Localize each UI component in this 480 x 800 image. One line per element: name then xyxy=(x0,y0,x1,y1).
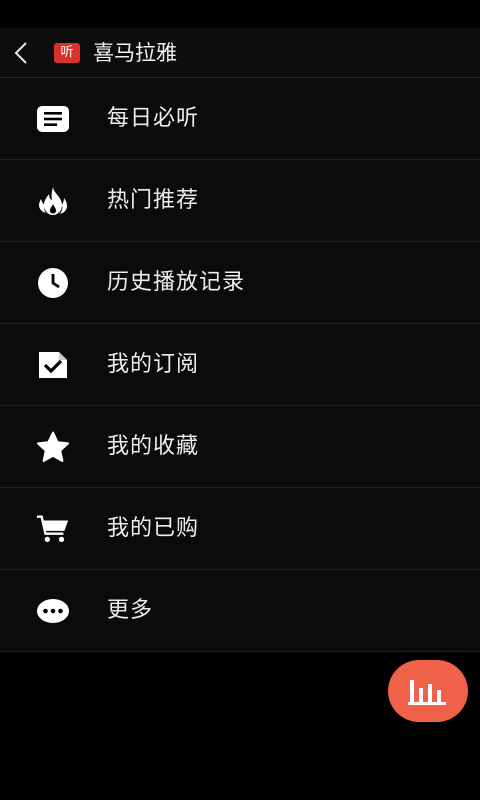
menu-item-label: 每日必听 xyxy=(107,106,200,131)
subscription-check-icon xyxy=(36,348,70,382)
star-icon xyxy=(36,430,70,464)
back-button[interactable] xyxy=(6,36,36,70)
menu-item-more[interactable]: 更多 xyxy=(0,570,480,652)
header-bar: 听 喜马拉雅 xyxy=(0,28,480,78)
menu-item-label: 热门推荐 xyxy=(107,188,200,213)
status-bar xyxy=(0,0,480,28)
playing-bars-icon xyxy=(408,680,446,705)
menu-item-label: 我的收藏 xyxy=(107,434,200,459)
menu-list: 每日必听 热门推荐 历史播放记录 我的订阅 我的收藏 我的已购 更多 xyxy=(0,78,480,652)
menu-item-label: 更多 xyxy=(107,598,154,623)
menu-item-history[interactable]: 历史播放记录 xyxy=(0,242,480,324)
menu-item-label: 我的已购 xyxy=(107,516,200,541)
menu-item-favorites[interactable]: 我的收藏 xyxy=(0,406,480,488)
cart-icon xyxy=(36,512,70,546)
app-logo: 听 xyxy=(54,43,80,63)
page-title: 喜马拉雅 xyxy=(93,41,177,65)
menu-item-label: 历史播放记录 xyxy=(107,270,246,295)
fire-icon xyxy=(36,184,70,218)
menu-item-subscriptions[interactable]: 我的订阅 xyxy=(0,324,480,406)
more-dots-icon xyxy=(36,594,70,628)
list-icon xyxy=(36,102,70,136)
menu-item-label: 我的订阅 xyxy=(107,352,200,377)
chevron-left-icon xyxy=(14,42,27,64)
menu-item-hot[interactable]: 热门推荐 xyxy=(0,160,480,242)
menu-item-purchased[interactable]: 我的已购 xyxy=(0,488,480,570)
clock-icon xyxy=(36,266,70,300)
now-playing-button[interactable] xyxy=(388,660,468,722)
menu-item-daily[interactable]: 每日必听 xyxy=(0,78,480,160)
